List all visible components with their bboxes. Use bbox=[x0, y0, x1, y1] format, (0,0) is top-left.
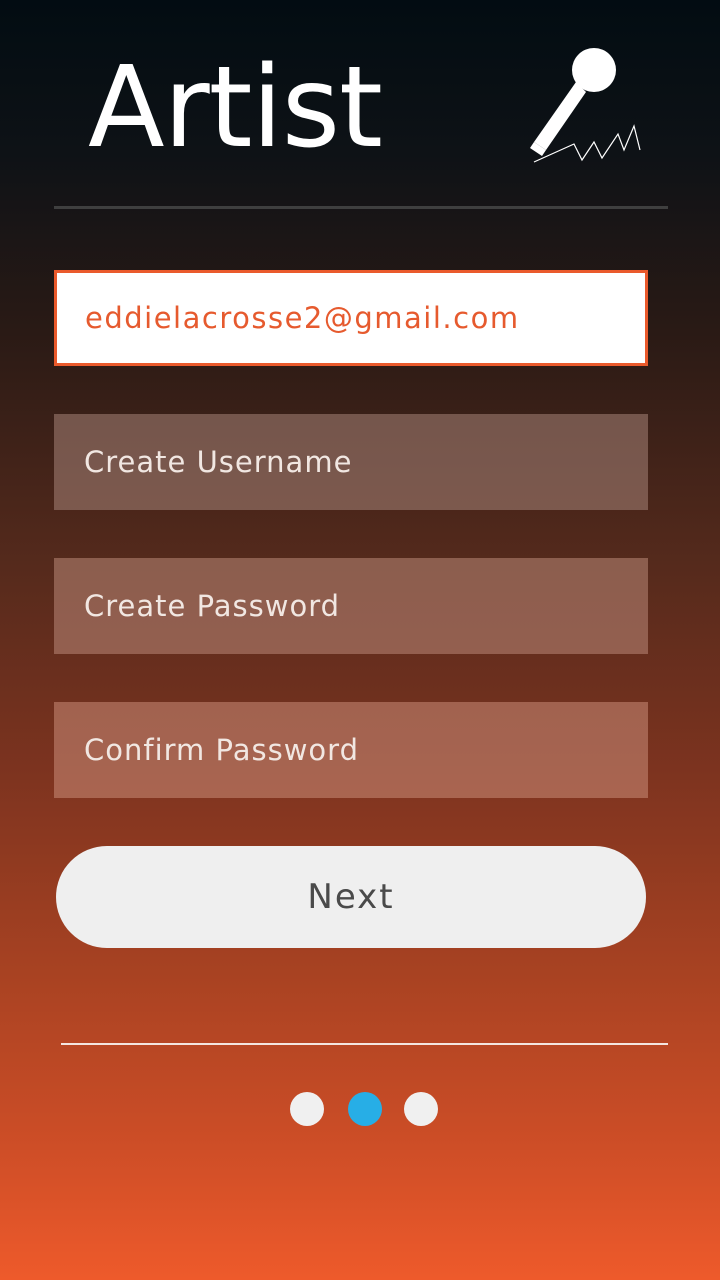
page-dot-1[interactable] bbox=[290, 1092, 324, 1126]
password-field[interactable]: Create Password bbox=[54, 558, 648, 654]
username-placeholder: Create Username bbox=[84, 445, 353, 479]
email-value: eddielacrosse2@gmail.com bbox=[85, 301, 520, 335]
page-dot-2[interactable] bbox=[348, 1092, 382, 1126]
page-dot-3[interactable] bbox=[404, 1092, 438, 1126]
footer-divider bbox=[61, 1043, 668, 1045]
microphone-icon bbox=[530, 48, 641, 163]
email-field[interactable]: eddielacrosse2@gmail.com bbox=[54, 270, 648, 366]
confirm-password-placeholder: Confirm Password bbox=[84, 733, 359, 767]
next-button[interactable]: Next bbox=[56, 846, 646, 948]
page-title: Artist bbox=[88, 43, 383, 173]
confirm-password-field[interactable]: Confirm Password bbox=[54, 702, 648, 798]
next-button-label: Next bbox=[307, 877, 395, 917]
header-divider bbox=[54, 206, 668, 209]
page-indicator bbox=[290, 1092, 440, 1126]
password-placeholder: Create Password bbox=[84, 589, 341, 623]
username-field[interactable]: Create Username bbox=[54, 414, 648, 510]
